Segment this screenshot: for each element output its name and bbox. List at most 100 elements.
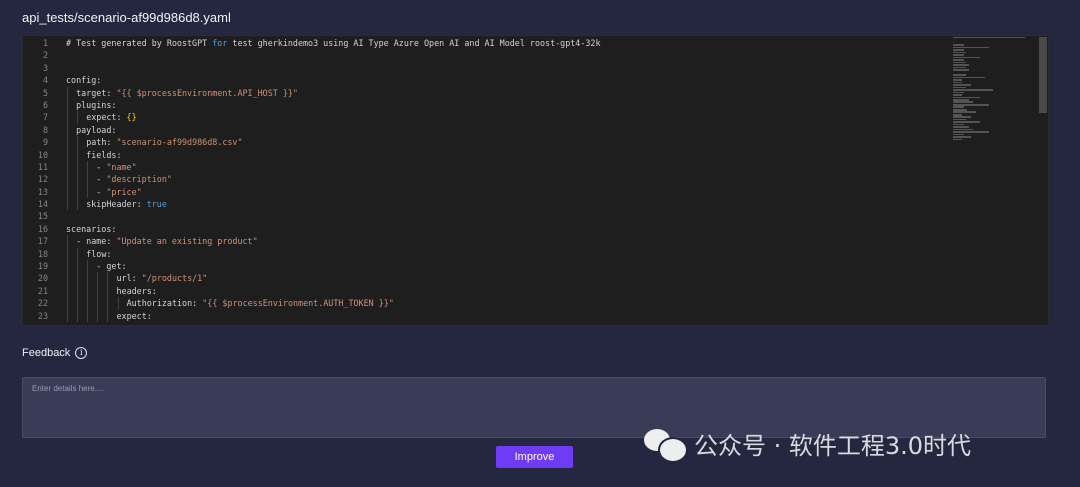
indent-guide bbox=[77, 111, 79, 124]
indent-guide bbox=[97, 309, 99, 322]
code-line[interactable]: 16 scenarios: bbox=[23, 223, 1048, 235]
code-line[interactable]: 4 config: bbox=[23, 74, 1048, 86]
line-number: 22 bbox=[37, 298, 48, 309]
code-token: test gherkindemo3 using AI Type Azure Op… bbox=[227, 38, 601, 48]
code-line[interactable]: 11 - "name" bbox=[23, 160, 1048, 174]
editor-minimap[interactable] bbox=[953, 36, 1033, 166]
code-line[interactable]: 1 # Test generated by RoostGPT for test g… bbox=[23, 37, 1048, 49]
indent-guide bbox=[87, 260, 89, 273]
line-code: path: "scenario-af99d986d8.csv" bbox=[86, 136, 242, 148]
editor-scrollbar[interactable] bbox=[1038, 36, 1048, 325]
line-number: 20 bbox=[37, 273, 48, 284]
indent-guide bbox=[67, 235, 68, 248]
line-code: config: bbox=[66, 74, 101, 86]
code-line[interactable]: 10 fields: bbox=[23, 148, 1048, 161]
indent-guide bbox=[87, 284, 89, 298]
indent-guide bbox=[87, 309, 89, 322]
line-code: - name: "Update an existing product" bbox=[76, 235, 258, 247]
line-number: 4 bbox=[42, 75, 48, 86]
code-token: "{{ $processEnvironment.API_HOST }}" bbox=[116, 87, 298, 98]
code-line[interactable]: 19 - get: bbox=[23, 260, 1048, 273]
line-code: Authorization: "{{ $processEnvironment.A… bbox=[127, 297, 394, 309]
code-token: # Test generated by RoostGPT bbox=[66, 38, 213, 48]
line-number: 7 bbox=[42, 112, 48, 123]
indent-guide bbox=[67, 86, 68, 99]
indent-guide bbox=[67, 185, 68, 199]
code-line[interactable]: 8 payload: bbox=[23, 123, 1048, 137]
code-line[interactable]: 12 - "description" bbox=[23, 173, 1048, 186]
code-token: expect: bbox=[116, 310, 152, 321]
code-token: plugins: bbox=[76, 99, 117, 110]
indent-guide bbox=[67, 272, 68, 285]
code-line[interactable]: 15 bbox=[23, 210, 1048, 222]
indent-guide bbox=[87, 185, 89, 199]
indent-guide bbox=[67, 123, 68, 137]
code-token: config: bbox=[66, 75, 102, 86]
indent-guide bbox=[77, 272, 79, 285]
indent-guide bbox=[77, 148, 79, 161]
code-token: scenarios: bbox=[66, 223, 117, 234]
line-code: url: "/products/1" bbox=[117, 272, 208, 284]
indent-guide bbox=[67, 247, 68, 261]
line-code: # Test generated by RoostGPT for test gh… bbox=[66, 37, 601, 49]
code-token: expect: bbox=[86, 112, 127, 123]
line-code: headers: bbox=[117, 285, 157, 297]
code-line[interactable]: 3 bbox=[23, 62, 1048, 74]
line-number: 6 bbox=[42, 99, 48, 110]
code-token: skipHeader: bbox=[86, 199, 147, 210]
code-line[interactable]: 7 expect: {} bbox=[23, 111, 1048, 124]
indent-guide bbox=[107, 284, 109, 298]
code-line[interactable]: 20 url: "/products/1" bbox=[23, 272, 1048, 285]
code-token: flow: bbox=[86, 248, 112, 259]
line-number: 2 bbox=[42, 50, 48, 61]
code-token: "name" bbox=[106, 161, 137, 172]
code-line[interactable]: 17 - name: "Update an existing product" bbox=[23, 235, 1048, 248]
code-line[interactable]: 5 target: "{{ $processEnvironment.API_HOS… bbox=[23, 86, 1048, 99]
indent-guide bbox=[77, 309, 79, 322]
code-token: "{{ $processEnvironment.AUTH_TOKEN }}" bbox=[202, 298, 394, 309]
indent-guide bbox=[97, 272, 99, 285]
code-line[interactable]: 23 expect: bbox=[23, 309, 1048, 322]
indent-guide bbox=[67, 173, 68, 186]
line-code: scenarios: bbox=[66, 223, 116, 235]
line-number: 1 bbox=[42, 38, 48, 48]
indent-guide bbox=[107, 309, 109, 322]
line-number: 3 bbox=[42, 62, 48, 73]
indent-guide bbox=[67, 148, 68, 161]
scrollbar-thumb[interactable] bbox=[1039, 37, 1047, 113]
code-token: url: bbox=[116, 273, 142, 284]
indent-guide bbox=[77, 136, 79, 149]
indent-guide bbox=[67, 160, 68, 174]
code-token: "description" bbox=[106, 174, 172, 185]
code-token: - bbox=[96, 186, 107, 197]
line-number: 10 bbox=[37, 149, 48, 160]
code-line[interactable]: 14 skipHeader: true bbox=[23, 198, 1048, 211]
line-number: 16 bbox=[37, 223, 48, 234]
line-number: 17 bbox=[37, 236, 48, 247]
code-token: - name: bbox=[76, 236, 117, 247]
code-token: "/products/1" bbox=[141, 273, 208, 284]
code-token: target: bbox=[76, 87, 117, 98]
code-line[interactable]: 22 Authorization: "{{ $processEnvironment… bbox=[23, 297, 1048, 310]
code-area[interactable]: 1 # Test generated by RoostGPT for test g… bbox=[23, 37, 1048, 322]
code-line[interactable]: 2 bbox=[23, 49, 1048, 61]
code-editor[interactable]: 1 # Test generated by RoostGPT for test g… bbox=[22, 35, 1049, 326]
code-token: - get: bbox=[96, 261, 127, 272]
improve-button[interactable]: Improve bbox=[496, 446, 573, 468]
code-token: {} bbox=[126, 112, 137, 123]
indent-guide bbox=[107, 272, 109, 285]
code-line[interactable]: 18 flow: bbox=[23, 247, 1048, 261]
indent-guide bbox=[67, 260, 68, 273]
code-line[interactable]: 6 plugins: bbox=[23, 98, 1048, 112]
indent-guide bbox=[67, 284, 68, 298]
line-number: 21 bbox=[37, 285, 48, 296]
indent-guide bbox=[67, 136, 68, 149]
code-line[interactable]: 13 - "price" bbox=[23, 185, 1048, 199]
code-line[interactable]: 21 headers: bbox=[23, 284, 1048, 298]
info-circle-icon[interactable]: i bbox=[75, 347, 88, 359]
indent-guide bbox=[87, 272, 89, 285]
code-token: headers: bbox=[116, 285, 157, 296]
line-code: skipHeader: true bbox=[86, 198, 167, 210]
indent-guide bbox=[87, 173, 89, 186]
code-line[interactable]: 9 path: "scenario-af99d986d8.csv" bbox=[23, 136, 1048, 149]
